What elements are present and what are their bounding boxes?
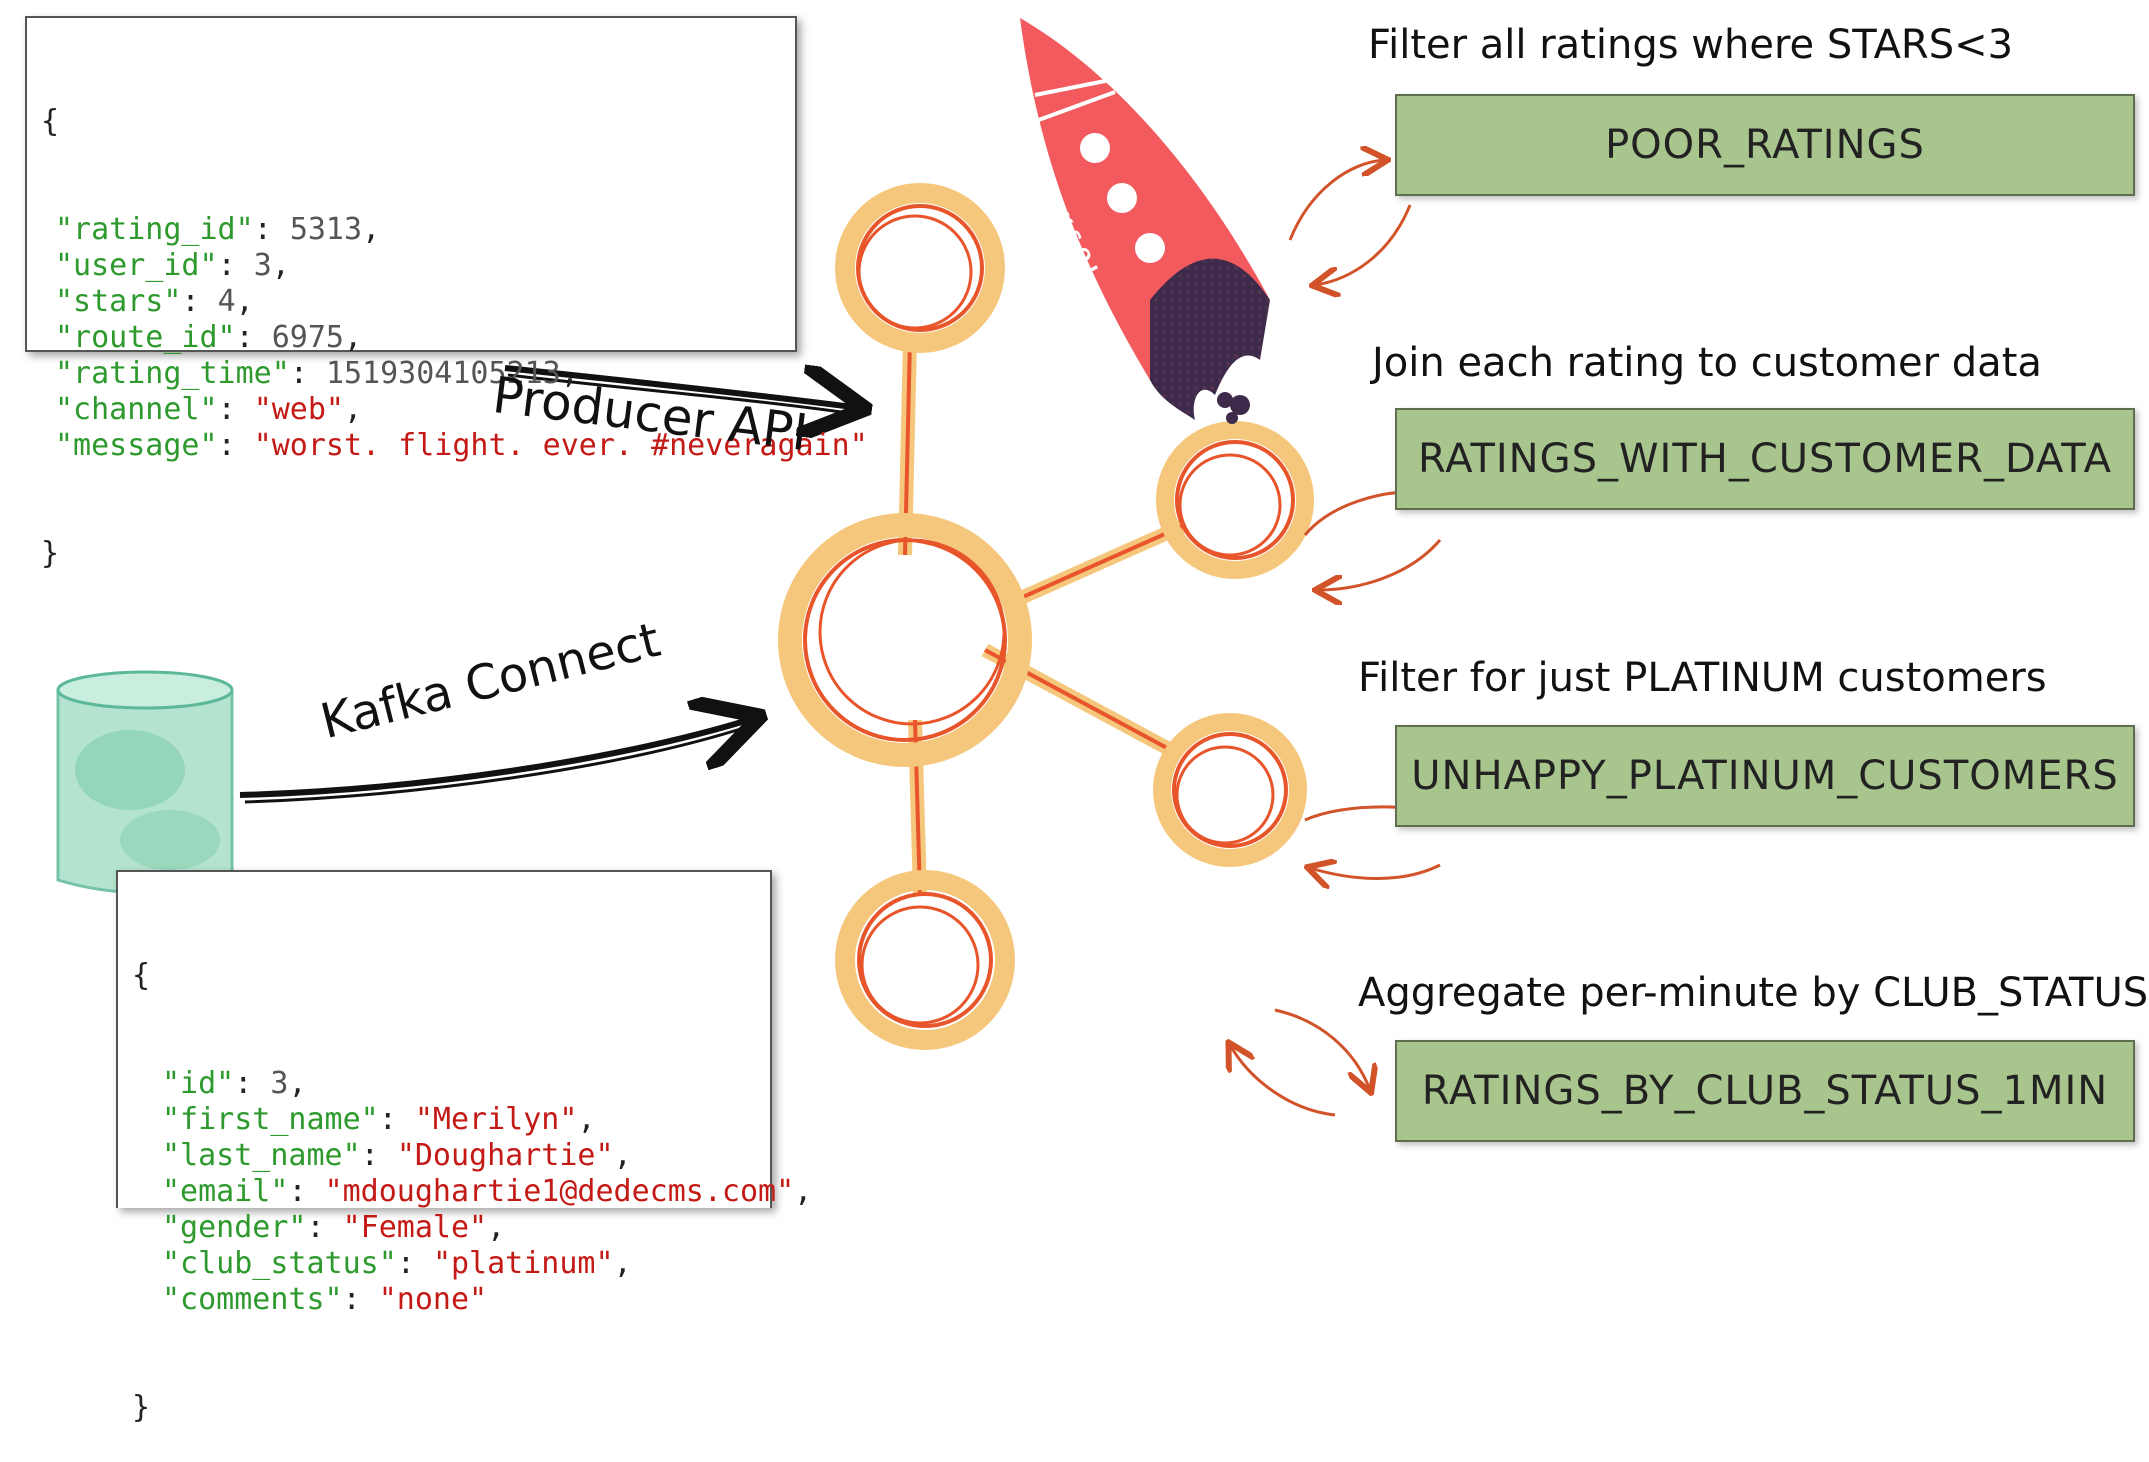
- json-value: "web": [253, 392, 344, 427]
- json-key: "first_name": [162, 1102, 379, 1137]
- json-field-row: "rating_id": 5313,: [41, 212, 795, 248]
- json-separator: :: [306, 1210, 343, 1245]
- json-open-brace: {: [41, 104, 60, 139]
- json-field-row: "first_name": "Merilyn",: [132, 1102, 770, 1138]
- json-field-row: "gender": "Female",: [132, 1210, 770, 1246]
- json-key: "email": [162, 1174, 289, 1209]
- json-separator: :: [235, 320, 272, 355]
- json-key: "channel": [55, 392, 218, 427]
- query-description: Filter all ratings where STARS<3: [1368, 22, 2014, 68]
- json-key: "rating_time": [55, 356, 290, 391]
- kafka-connect-arrow: [239, 718, 755, 804]
- json-field-row: "rating_time": 1519304105213,: [41, 356, 795, 392]
- json-value: 4: [217, 284, 236, 319]
- json-key: "last_name": [162, 1138, 361, 1173]
- json-separator: :: [217, 428, 254, 463]
- json-key: "comments": [162, 1282, 343, 1317]
- json-comma: ,: [362, 212, 381, 247]
- json-separator: :: [217, 248, 254, 283]
- json-key: "gender": [162, 1210, 307, 1245]
- database-icon: [56, 670, 234, 894]
- json-value: 3: [270, 1066, 289, 1101]
- json-close-brace: }: [41, 536, 60, 571]
- json-value: "platinum": [432, 1246, 614, 1281]
- json-field-row: "id": 3,: [132, 1066, 770, 1102]
- query-description: Aggregate per-minute by CLUB_STATUS: [1358, 970, 2149, 1016]
- json-open-brace: {: [132, 958, 151, 993]
- json-value: "Doughartie": [396, 1138, 614, 1173]
- json-separator: :: [396, 1246, 433, 1281]
- customer-record-json-card: { "id": 3, "first_name": "Merilyn", "last_…: [116, 870, 812, 1425]
- json-comma: ,: [794, 1174, 813, 1209]
- json-comma: ,: [577, 1102, 596, 1137]
- json-comma: ,: [344, 320, 363, 355]
- json-separator: :: [289, 356, 326, 391]
- stream-name: RATINGS_BY_CLUB_STATUS_1MIN: [1421, 1068, 2109, 1114]
- json-key: "route_id": [55, 320, 236, 355]
- json-separator: :: [342, 1282, 379, 1317]
- json-separator: :: [378, 1102, 415, 1137]
- json-separator: :: [360, 1138, 397, 1173]
- json-close-brace: }: [132, 1390, 151, 1425]
- json-value: "none": [378, 1282, 488, 1317]
- stream-box: RATINGS_BY_CLUB_STATUS_1MIN: [1395, 1040, 2135, 1142]
- json-field-row: "email": "mdoughartie1@dedecms.com",: [132, 1174, 812, 1210]
- json-key: "user_id": [55, 248, 218, 283]
- query-description: Filter for just PLATINUM customers: [1358, 655, 2047, 701]
- json-value: "Female": [342, 1210, 488, 1245]
- json-value: "Merilyn": [414, 1102, 578, 1137]
- stream-name: RATINGS_WITH_CUSTOMER_DATA: [1418, 436, 2112, 482]
- stream-box: RATINGS_WITH_CUSTOMER_DATA: [1395, 408, 2135, 510]
- json-comma: ,: [344, 392, 363, 427]
- json-comma: ,: [288, 1066, 307, 1101]
- json-comma: ,: [487, 1210, 506, 1245]
- json-field-row: "user_id": 3,: [41, 248, 795, 284]
- json-separator: :: [181, 284, 218, 319]
- json-comma: ,: [613, 1138, 632, 1173]
- rating-event-json-card: { "rating_id": 5313, "user_id": 3, "stars"…: [25, 16, 868, 571]
- json-field-row: "club_status": "platinum",: [132, 1246, 770, 1282]
- stream-name: UNHAPPY_PLATINUM_CUSTOMERS: [1411, 753, 2119, 799]
- json-separator: :: [217, 392, 254, 427]
- json-key: "club_status": [162, 1246, 397, 1281]
- json-value: 3: [253, 248, 272, 283]
- json-value: "mdoughartie1@dedecms.com": [324, 1174, 795, 1209]
- stream-name: POOR_RATINGS: [1605, 122, 1925, 168]
- json-field-row: "last_name": "Doughartie",: [132, 1138, 770, 1174]
- json-value: 5313: [289, 212, 363, 247]
- json-comma: ,: [271, 248, 290, 283]
- json-value: 6975: [271, 320, 344, 355]
- json-comma: ,: [235, 284, 254, 319]
- json-key: "message": [55, 428, 218, 463]
- json-field-row: "route_id": 6975,: [41, 320, 795, 356]
- json-key: "stars": [55, 284, 182, 319]
- json-field-row: "comments": "none": [132, 1282, 770, 1318]
- stream-box: POOR_RATINGS: [1395, 94, 2135, 196]
- stream-box: UNHAPPY_PLATINUM_CUSTOMERS: [1395, 725, 2135, 827]
- json-separator: :: [253, 212, 290, 247]
- json-key: "id": [162, 1066, 235, 1101]
- json-field-row: "stars": 4,: [41, 284, 795, 320]
- query-description: Join each rating to customer data: [1372, 340, 2042, 386]
- json-separator: :: [288, 1174, 325, 1209]
- json-separator: :: [234, 1066, 271, 1101]
- json-key: "rating_id": [55, 212, 254, 247]
- json-comma: ,: [613, 1246, 632, 1281]
